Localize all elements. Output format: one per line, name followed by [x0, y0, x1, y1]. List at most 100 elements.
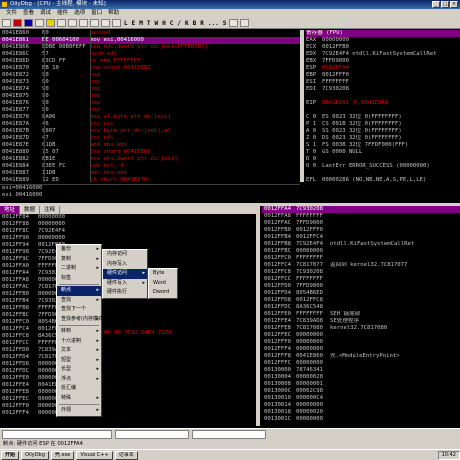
- disasm-row[interactable]: 0041E874 90 nop: [0, 86, 300, 93]
- disasm-row[interactable]: 0041E87E 01DB add ebx,ebx: [0, 142, 300, 149]
- toolbar-references-button[interactable]: R: [199, 20, 205, 27]
- register-row[interactable]: EDI 7C930208: [306, 86, 460, 93]
- stack-row[interactable]: 0012FFFC 00000000: [262, 360, 460, 367]
- stack-row[interactable]: 00130014 00000000: [262, 402, 460, 409]
- register-row[interactable]: EBX 7FFD9000: [306, 58, 460, 65]
- menu-item[interactable]: 复制 ▸: [57, 255, 101, 265]
- restart-icon[interactable]: [13, 19, 22, 27]
- toolbar-callstack-button[interactable]: K: [184, 20, 190, 27]
- menu-help[interactable]: 帮助: [105, 9, 122, 18]
- menu-item[interactable]: Word: [149, 279, 177, 289]
- close-button[interactable]: ×: [450, 1, 458, 8]
- toolbar-handles-button[interactable]: H: [161, 20, 167, 27]
- dump-row[interactable]: 0012FF8C 7C92E4F4: [0, 228, 256, 235]
- menu-item[interactable]: 特殊 ▸: [57, 394, 101, 404]
- menu-item[interactable]: 断点 ▸: [57, 286, 101, 296]
- toolbar-memory-button[interactable]: M: [138, 20, 144, 27]
- toolbar-windows-button[interactable]: W: [154, 20, 160, 27]
- register-row[interactable]: A 0 SS 0023 32位 0(FFFFFFFF): [306, 128, 460, 135]
- dump-row[interactable]: 0012FFF4 00000000: [0, 410, 256, 417]
- disasm-row[interactable]: 0041E880 75 07 jnz short 0041E889: [0, 149, 300, 156]
- dump-row[interactable]: 0012FFD8 00000000: [0, 361, 256, 368]
- register-row[interactable]: EDX 7C92E4F4 ntdll.KiFastSystemCallRet: [306, 51, 460, 58]
- disasm-row[interactable]: 0041E87A 46 inc esi: [0, 121, 300, 128]
- stack-row[interactable]: 0012FFBC 00000000: [262, 248, 460, 255]
- stack-row[interactable]: 0012FFB8 7C92E4F4 ntdll.KiFastSystemCallRe…: [262, 241, 460, 248]
- stack-row[interactable]: 0012FFA8 FFFFFFFF: [262, 213, 460, 220]
- taskbar-item[interactable]: Visual C++: [76, 450, 113, 460]
- stack-row[interactable]: 0012FFF4 00000000: [262, 346, 460, 353]
- stack-row[interactable]: 0013001C 00000000: [262, 416, 460, 423]
- command-history-input[interactable]: [115, 430, 189, 439]
- taskbar-item[interactable]: 记事本: [114, 450, 138, 460]
- stack-row[interactable]: 00130000 78746341: [262, 367, 460, 374]
- menu-item[interactable]: 查找 ▸: [57, 296, 101, 306]
- pause-icon[interactable]: [46, 19, 55, 27]
- toolbar-patches-button[interactable]: /: [176, 20, 182, 27]
- menu-item[interactable]: 硬件写入 ▸: [103, 279, 147, 289]
- dump-col-data[interactable]: 数据: [20, 206, 41, 214]
- menu-item[interactable]: 反汇编: [57, 384, 101, 394]
- menu-item[interactable]: 备份 ▸: [57, 245, 101, 255]
- toolbar-source-button[interactable]: S: [222, 20, 228, 27]
- toolbar-runtrace-button[interactable]: ...: [207, 20, 220, 27]
- menu-debug[interactable]: 调试: [37, 9, 54, 18]
- step-into-icon[interactable]: [57, 19, 66, 27]
- disasm-row[interactable]: 0041E86D 83CD FF or ebp,FFFFFFFF: [0, 58, 300, 65]
- stack-row[interactable]: 00130010 000000C4: [262, 395, 460, 402]
- dump-row[interactable]: 0012FF94 0012FFB0: [0, 242, 256, 249]
- stack-row[interactable]: 0012FFE0 FFFFFFFF SEH 链尾部: [262, 311, 460, 318]
- menu-item[interactable]: Byte: [149, 269, 177, 279]
- stack-row[interactable]: 0012FFE4 7C839AD8 SE处理程序: [262, 318, 460, 325]
- menu-item[interactable]: Dword: [149, 288, 177, 298]
- register-row[interactable]: EFL 00000286 (NO,NB,NE,A,S,PE,L,LE): [306, 177, 460, 182]
- trace-over-icon[interactable]: [90, 19, 99, 27]
- dump-row[interactable]: 0012FFCC FFFFFFFF: [0, 340, 256, 347]
- settings-icon[interactable]: [229, 19, 239, 27]
- menu-view[interactable]: 查看: [20, 9, 37, 18]
- stack-row[interactable]: 0012FFB4 0012FFC4: [262, 234, 460, 241]
- stack-row[interactable]: 0012FFC8 7C930208: [262, 269, 460, 276]
- disasm-row[interactable]: 0041E860 60 pushad: [0, 30, 300, 37]
- stack-row[interactable]: 0012FFEC 00000000: [262, 332, 460, 339]
- menu-window[interactable]: 窗口: [88, 9, 105, 18]
- disasm-row[interactable]: 0041E878 8A06 mov al,byte ptr ds:[esi]: [0, 114, 300, 121]
- command-input[interactable]: [2, 430, 112, 439]
- dump-row[interactable]: 0012FFD0 7C839AD8: [0, 347, 256, 354]
- stack-row[interactable]: 0012FFD4 8054B6ED: [262, 290, 460, 297]
- menu-item[interactable]: 标签: [57, 274, 101, 284]
- menu-item[interactable]: 二进制 ▸: [57, 264, 101, 274]
- dump-row[interactable]: 0012FFB8 FFFFFFFF: [0, 305, 256, 312]
- stack-row[interactable]: 0012FFF0 00000000: [262, 339, 460, 346]
- open-icon[interactable]: [2, 19, 11, 27]
- taskbar-item[interactable]: 壳.exe: [50, 450, 75, 460]
- menu-item[interactable]: 硬件访问 ▸: [103, 269, 147, 279]
- menu-item[interactable]: 转到 ▸: [57, 327, 101, 337]
- toolbar-log-button[interactable]: L: [123, 20, 129, 27]
- dump-row[interactable]: 0012FFD4 7C817080: [0, 354, 256, 361]
- stack-row[interactable]: 00130008 00000001: [262, 381, 460, 388]
- stack-row[interactable]: 00130018 00000020: [262, 409, 460, 416]
- stack-row[interactable]: 0012FFD0 7FFD9000: [262, 283, 460, 290]
- dump-row[interactable]: 0012FFE8 00000000: [0, 389, 256, 396]
- toolbar-modules-button[interactable]: E: [131, 20, 137, 27]
- register-row[interactable]: S 1 FS 003B 32位 7FFDF000(FFF): [306, 142, 460, 149]
- disasm-row[interactable]: 0041E887 11DB adc ebx,ebx: [0, 170, 300, 177]
- menu-item[interactable]: 查找下一个: [57, 305, 101, 315]
- menu-item[interactable]: 内存访问: [103, 250, 147, 260]
- dump-row[interactable]: 0012FFB4 7C930208: [0, 298, 256, 305]
- menu-item[interactable]: 查找参考(内存模式) ▸: [57, 315, 105, 325]
- disasm-row[interactable]: 0041E86C 57 push edi: [0, 51, 300, 58]
- trace-into-icon[interactable]: [79, 19, 88, 27]
- dump-row[interactable]: 0012FFBC 7FFD9000: [0, 312, 256, 319]
- step-over-icon[interactable]: [68, 19, 77, 27]
- register-row[interactable]: O 0 LastErr ERROR_SUCCESS (00000000): [306, 163, 460, 170]
- taskbar-item[interactable]: OllyDbg: [21, 450, 49, 460]
- stack-row-current[interactable]: 0012FFA4 7C930208: [262, 206, 460, 213]
- stack-row[interactable]: 0012FFF8 0041E860 壳.<ModuleEntryPoint>: [262, 353, 460, 360]
- menu-item[interactable]: 外观 ▸: [57, 406, 101, 416]
- close-debug-icon[interactable]: [24, 19, 33, 27]
- dump-row[interactable]: 0012FFE0 00000000: [0, 375, 256, 382]
- disasm-row[interactable]: 0041E875 90 nop: [0, 93, 300, 100]
- toolbar-threads-button[interactable]: T: [146, 20, 152, 27]
